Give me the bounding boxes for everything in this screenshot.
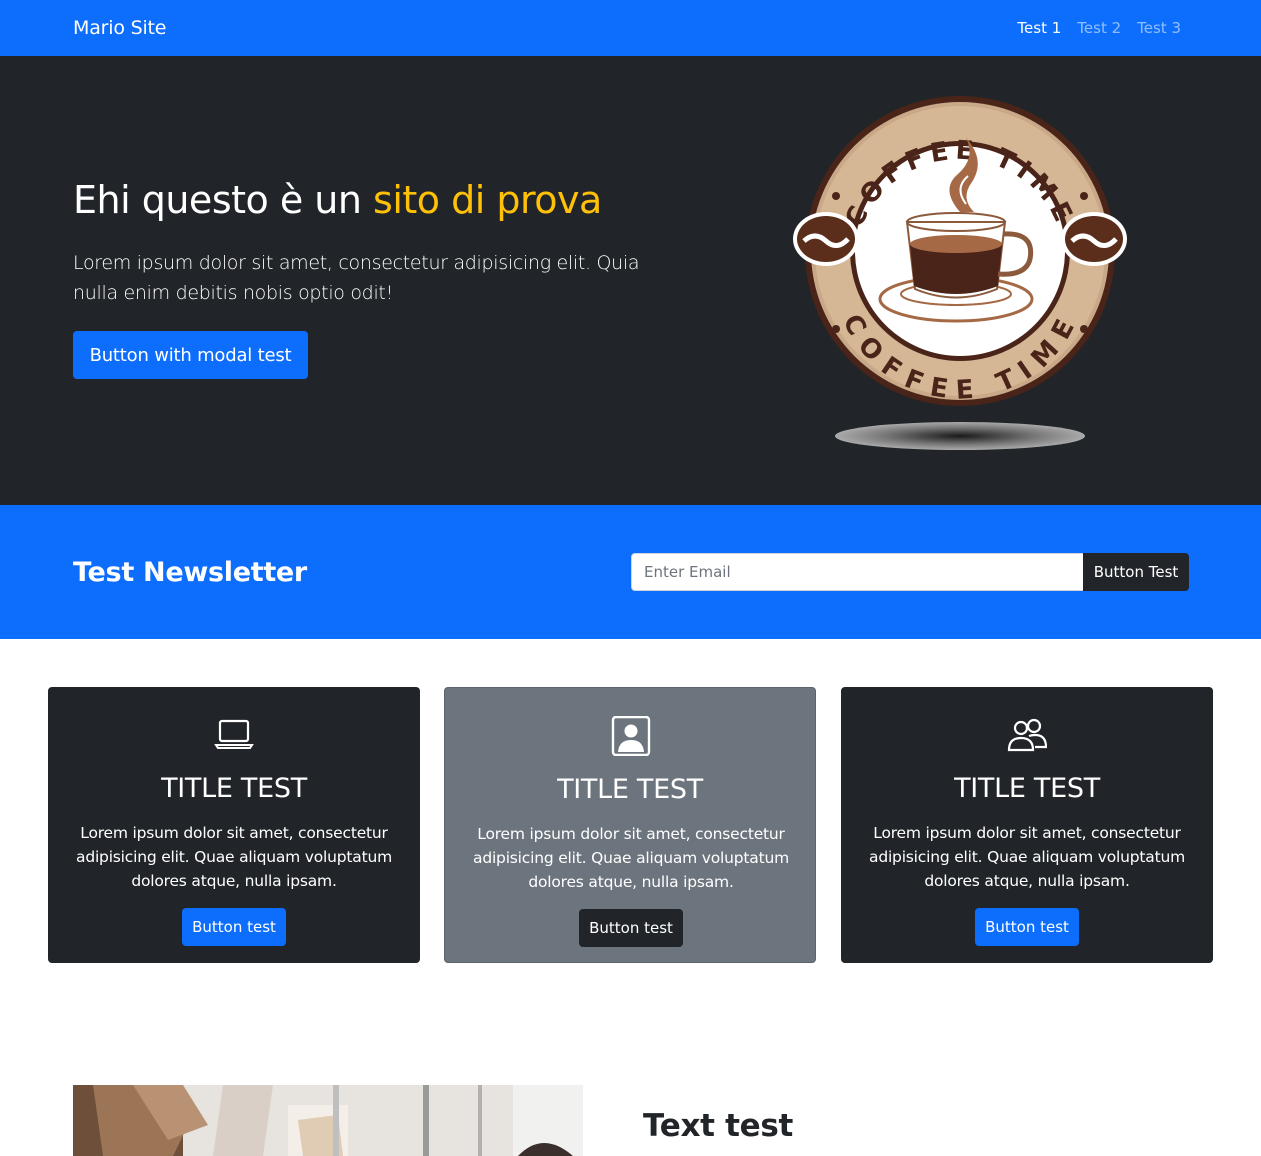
newsletter-section: Test Newsletter Button Test <box>0 505 1261 639</box>
hero-section: Ehi questo è un sito di prova Lorem ipsu… <box>0 56 1261 505</box>
card-1-title: TITLE TEST <box>161 773 307 804</box>
card-2: TITLE TEST Lorem ipsum dolor sit amet, c… <box>444 687 816 963</box>
card-1-button[interactable]: Button test <box>182 908 286 946</box>
hero-title: Ehi questo è un sito di prova <box>73 178 602 222</box>
card-3-text: Lorem ipsum dolor sit amet, consectetur … <box>869 824 1185 890</box>
nav-link-test-2[interactable]: Test 2 <box>1077 19 1121 37</box>
card-3: TITLE TEST Lorem ipsum dolor sit amet, c… <box>841 687 1213 963</box>
card-1-text: Lorem ipsum dolor sit amet, consectetur … <box>76 824 392 890</box>
section-photo <box>73 1085 583 1156</box>
hero-title-accent: sito di prova <box>373 178 602 222</box>
email-input[interactable] <box>631 553 1084 591</box>
laptop-icon <box>214 719 254 749</box>
nav-link-test-1[interactable]: Test 1 <box>1017 19 1061 37</box>
coffee-logo: COFFEE TIME COFFEE TIME <box>790 94 1130 454</box>
card-1: TITLE TEST Lorem ipsum dolor sit amet, c… <box>48 687 420 963</box>
newsletter-title: Test Newsletter <box>73 557 307 588</box>
navbar: Mario Site Test 1 Test 2 Test 3 <box>0 0 1261 56</box>
card-3-title: TITLE TEST <box>954 773 1100 804</box>
modal-button[interactable]: Button with modal test <box>73 331 308 379</box>
hero-lead: Lorem ipsum dolor sit amet, consectetur … <box>73 252 640 304</box>
people-icon <box>1007 718 1047 752</box>
nav-link-test-3[interactable]: Test 3 <box>1137 19 1181 37</box>
card-2-text: Lorem ipsum dolor sit amet, consectetur … <box>473 825 789 891</box>
hero-title-plain: Ehi questo è un <box>73 178 374 222</box>
brand-link[interactable]: Mario Site <box>73 17 166 39</box>
card-2-button[interactable]: Button test <box>579 909 683 947</box>
nav-links: Test 1 Test 2 Test 3 <box>1017 19 1181 37</box>
newsletter-submit-button[interactable]: Button Test <box>1083 553 1189 591</box>
section2-title: Text test <box>643 1108 794 1144</box>
person-square-icon <box>611 716 651 756</box>
card-3-button[interactable]: Button test <box>975 908 1079 946</box>
card-2-title: TITLE TEST <box>557 774 703 805</box>
